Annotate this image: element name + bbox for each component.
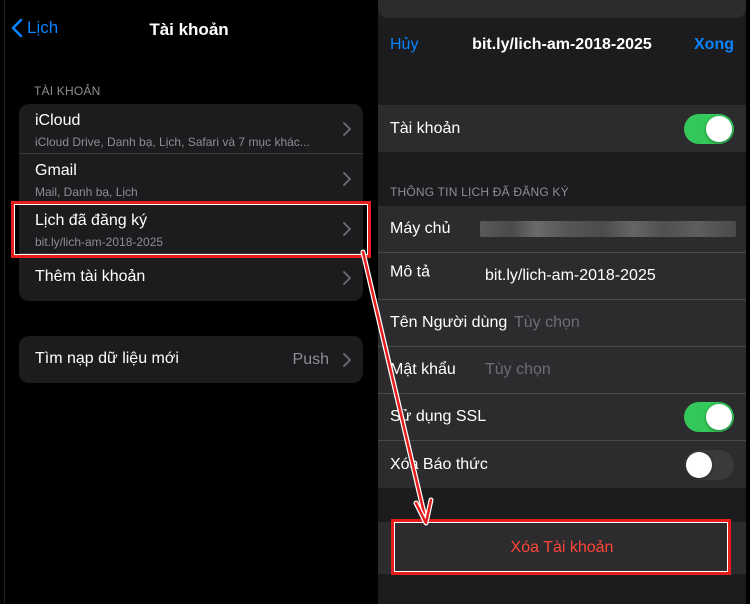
nav-bar: Lịch Tài khoản [5, 0, 373, 60]
account-toggle[interactable] [684, 113, 734, 144]
remove-alarms-row: Xóa Báo thức [378, 441, 746, 488]
sheet-top-edge [378, 0, 746, 18]
password-row[interactable]: Mật khẩu Tùy chọn [378, 347, 746, 394]
ssl-label: Sử dụng SSL [390, 408, 487, 425]
ssl-toggle[interactable] [684, 402, 734, 432]
description-label: Mô tả [390, 263, 431, 281]
username-row[interactable]: Tên Người dùng Tùy chọn [378, 300, 746, 347]
chevron-right-icon [343, 221, 351, 236]
account-title: Gmail [35, 162, 77, 179]
password-label: Mật khẩu [390, 361, 456, 378]
account-subtitle: bit.ly/lich-am-2018-2025 [35, 235, 164, 249]
chevron-right-icon [343, 270, 351, 285]
fetch-group: Tìm nạp dữ liệu mới Push [19, 336, 363, 383]
account-subtitle: Mail, Danh bạ, Lịch [35, 185, 138, 199]
chevron-right-icon [343, 121, 351, 136]
done-button[interactable]: Xong [694, 36, 734, 54]
chevron-right-icon [343, 171, 351, 186]
server-label: Máy chủ [390, 220, 451, 237]
subscribed-calendar-screen: Hủy bit.ly/lich-am-2018-2025 Xong Tài kh… [378, 0, 746, 604]
remove-alarms-label: Xóa Báo thức [390, 455, 488, 473]
toggle-knob [706, 115, 732, 142]
account-title: iCloud [35, 112, 81, 129]
toggle-knob [706, 404, 732, 430]
server-row[interactable]: Máy chủ [378, 206, 746, 253]
account-toggle-label: Tài khoản [390, 119, 461, 137]
page-title: bit.ly/lich-am-2018-2025 [472, 36, 652, 53]
remove-alarms-toggle[interactable] [684, 449, 734, 480]
toggle-knob [686, 451, 712, 478]
description-row[interactable]: Mô tả bit.ly/lich-am-2018-2025 [378, 253, 746, 300]
account-toggle-group: Tài khoản [378, 105, 746, 152]
nav-bar: Hủy bit.ly/lich-am-2018-2025 Xong [378, 30, 746, 60]
chevron-right-icon [343, 352, 351, 367]
password-field[interactable]: Tùy chọn [485, 361, 551, 379]
delete-account-label: Xóa Tài khoản [510, 539, 614, 556]
calendar-info-section-header: THÔNG TIN LỊCH ĐÃ ĐĂNG KÝ [390, 185, 569, 199]
accounts-section-header: TÀI KHOẢN [34, 84, 101, 98]
username-field[interactable]: Tùy chọn [514, 314, 580, 332]
account-row-icloud[interactable]: iCloud iCloud Drive, Danh bạ, Lịch, Safa… [19, 104, 363, 154]
server-value-blurred [480, 221, 736, 237]
account-row-gmail[interactable]: Gmail Mail, Danh bạ, Lịch [19, 154, 363, 204]
username-label: Tên Người dùng [390, 314, 508, 331]
accounts-group: iCloud iCloud Drive, Danh bạ, Lịch, Safa… [19, 104, 363, 301]
fetch-value: Push [292, 350, 329, 368]
account-title: Lịch đã đăng ký [35, 212, 148, 229]
page-title: Tài khoản [149, 20, 229, 39]
add-account-row[interactable]: Thêm tài khoản [19, 254, 363, 301]
ssl-row: Sử dụng SSL [378, 394, 746, 441]
accounts-screen: Lịch Tài khoản TÀI KHOẢN iCloud iCloud D… [4, 0, 373, 604]
add-account-label: Thêm tài khoản [35, 268, 146, 285]
fetch-new-data-row[interactable]: Tìm nạp dữ liệu mới Push [19, 336, 363, 383]
account-row-subscribed-calendar[interactable]: Lịch đã đăng ký bit.ly/lich-am-2018-2025 [19, 204, 363, 254]
description-field[interactable]: bit.ly/lich-am-2018-2025 [485, 267, 656, 285]
calendar-info-group: Máy chủ Mô tả bit.ly/lich-am-2018-2025 T… [378, 206, 746, 488]
fetch-label: Tìm nạp dữ liệu mới [35, 350, 179, 367]
account-toggle-row: Tài khoản [378, 105, 746, 152]
account-subtitle: iCloud Drive, Danh bạ, Lịch, Safari và 7… [35, 135, 310, 149]
delete-account-button[interactable]: Xóa Tài khoản [378, 522, 746, 574]
